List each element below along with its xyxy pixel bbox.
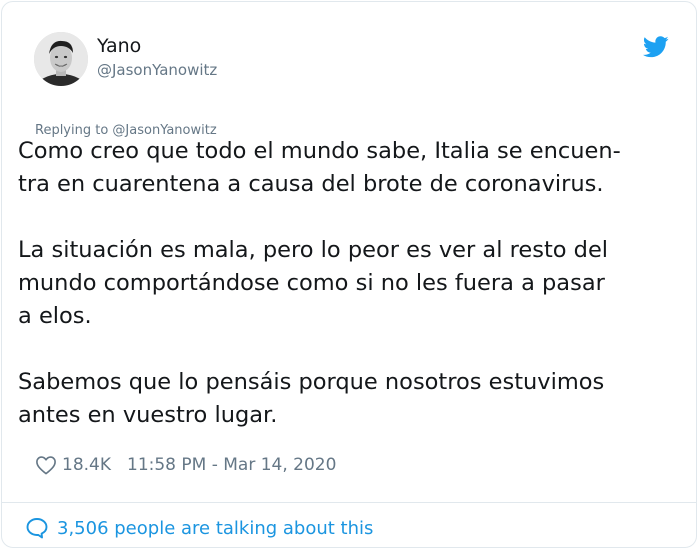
avatar[interactable]: [34, 32, 88, 86]
tweet-timestamp[interactable]: 11:58 PM - Mar 14, 2020: [127, 455, 336, 475]
divider: [2, 502, 696, 503]
avatar-image: [34, 32, 88, 86]
conversation-link[interactable]: 3,506 people are talking about this: [25, 515, 373, 541]
heart-icon[interactable]: [35, 455, 57, 475]
like-count[interactable]: 18.4K: [62, 455, 111, 475]
author-handle[interactable]: @JasonYanowitz: [97, 61, 217, 79]
tweet-meta: 18.4K 11:58 PM - Mar 14, 2020: [35, 453, 336, 477]
speech-bubble-icon: [26, 518, 48, 539]
tweet-line: antes en vuestro lugar.: [18, 402, 278, 428]
tweet-line: a elos.: [18, 303, 92, 329]
tweet-line: Sabemos que lo pensáis porque nosotros e…: [18, 369, 605, 395]
tweet-text: Como creo que todo el mundo sabe, Italia…: [18, 135, 688, 432]
tweet-card: Yano @JasonYanowitz Replying to @JasonYa…: [1, 1, 697, 548]
author-display-name[interactable]: Yano: [97, 35, 141, 57]
tweet-line: La situación es mala, pero lo peor es ve…: [18, 237, 609, 263]
tweet-line: Como creo que todo el mundo sabe, Italia…: [18, 138, 621, 164]
conversation-label[interactable]: 3,506 people are talking about this: [57, 518, 373, 539]
twitter-bird-icon[interactable]: [643, 36, 669, 58]
tweet-line: tra en cuarentena a causa del brote de c…: [18, 171, 604, 197]
tweet-line: mundo comportándose como si no les fuera…: [18, 270, 605, 296]
